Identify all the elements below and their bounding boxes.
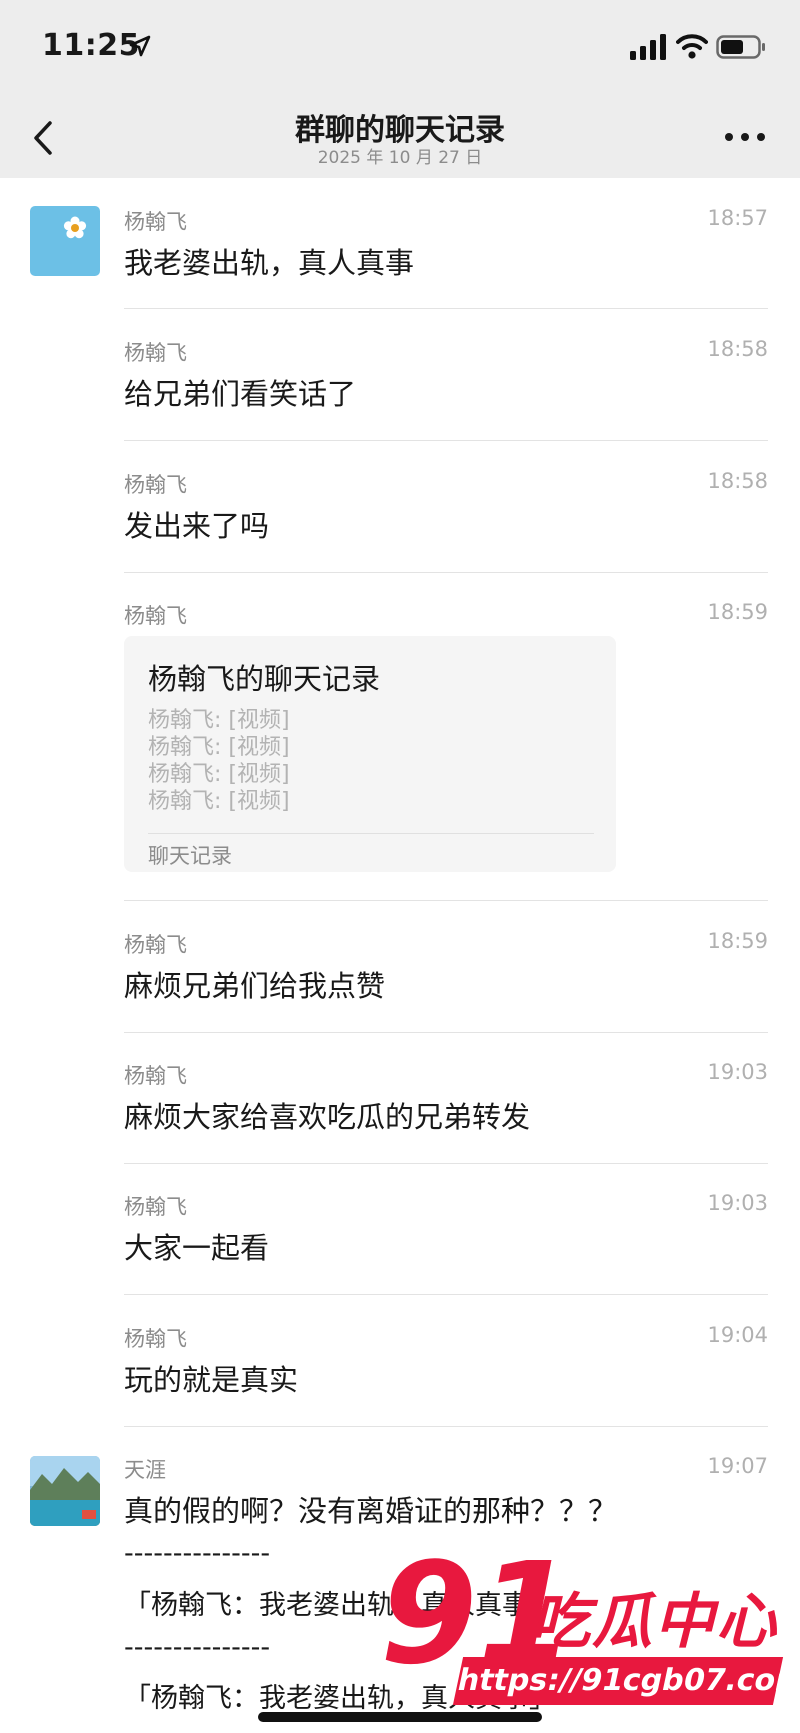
- message-item: 杨翰飞 19:04 玩的就是真实: [0, 1295, 800, 1427]
- message-sender: 杨翰飞: [124, 210, 187, 234]
- chat-record-line: 杨翰飞: [视频]: [148, 789, 290, 814]
- quote-separator: ---------------: [124, 1538, 271, 1569]
- message-time: 18:57: [707, 206, 768, 230]
- page-subtitle-date: 2025 年 10 月 27 日: [317, 148, 483, 168]
- home-indicator[interactable]: [258, 1712, 542, 1722]
- message-sender: 杨翰飞: [124, 1327, 187, 1351]
- message-text[interactable]: 麻烦大家给喜欢吃瓜的兄弟转发: [124, 1094, 530, 1136]
- message-text[interactable]: 大家一起看: [124, 1225, 269, 1267]
- flower-avatar-icon: [63, 216, 87, 239]
- chat-record-footer: 聊天记录: [148, 844, 232, 868]
- message-time: 18:58: [707, 337, 768, 361]
- status-bar: 11:25: [0, 0, 800, 95]
- message-text[interactable]: 真的假的啊？没有离婚证的那种？？？: [124, 1488, 617, 1530]
- message-item: 杨翰飞 19:03 麻烦大家给喜欢吃瓜的兄弟转发: [0, 1032, 800, 1164]
- message-time: 19:03: [707, 1191, 768, 1215]
- message-text[interactable]: 给兄弟们看笑话了: [124, 371, 356, 413]
- message-item: 杨翰飞 19:03 大家一起看: [0, 1163, 800, 1295]
- cellular-signal-icon: [630, 34, 666, 60]
- message-item: 杨翰飞 18:58 发出来了吗: [0, 441, 800, 573]
- message-item: 杨翰飞 18:57 我老婆出轨，真人真事: [0, 178, 800, 309]
- avatar[interactable]: [30, 206, 100, 276]
- message-time: 18:59: [707, 929, 768, 953]
- message-item: 杨翰飞 18:58 给兄弟们看笑话了: [0, 309, 800, 441]
- quote-separator: ---------------: [124, 1632, 271, 1663]
- message-time: 19:03: [707, 1060, 768, 1084]
- message-text[interactable]: 麻烦兄弟们给我点赞: [124, 963, 385, 1005]
- landscape-avatar-icon: [30, 1456, 100, 1526]
- location-arrow-icon: [129, 35, 151, 57]
- message-sender: 杨翰飞: [124, 1195, 187, 1219]
- wifi-icon: [676, 34, 708, 59]
- ellipsis-icon: [725, 133, 765, 141]
- message-text[interactable]: 玩的就是真实: [124, 1357, 298, 1399]
- message-time: 18:58: [707, 469, 768, 493]
- message-sender: 杨翰飞: [124, 933, 187, 957]
- message-text[interactable]: 发出来了吗: [124, 503, 269, 545]
- message-time: 19:04: [707, 1323, 768, 1347]
- chat-record-title: 杨翰飞的聊天记录: [148, 662, 381, 696]
- divider: [148, 833, 594, 834]
- avatar[interactable]: [30, 1456, 100, 1526]
- message-text[interactable]: 我老婆出轨，真人真事: [124, 240, 414, 282]
- status-time: 11:25: [42, 28, 140, 63]
- message-time: 18:59: [707, 600, 768, 624]
- nav-bar: 群聊的聊天记录 2025 年 10 月 27 日: [0, 95, 800, 178]
- more-options-button[interactable]: [722, 125, 768, 149]
- message-time: 19:07: [707, 1454, 768, 1478]
- watermark-logo: 91 吃瓜中心 https://91cgb07.com: [380, 1545, 800, 1720]
- battery-icon: [716, 35, 765, 59]
- message-item: 杨翰飞 18:59 麻烦兄弟们给我点赞: [0, 901, 800, 1033]
- message-sender: 杨翰飞: [124, 604, 187, 628]
- watermark-url: https://91cgb07.com: [452, 1657, 800, 1705]
- watermark-brand: 吃瓜中心: [530, 1587, 778, 1657]
- message-sender: 杨翰飞: [124, 473, 187, 497]
- message-sender: 杨翰飞: [124, 341, 187, 365]
- message-sender: 天涯: [124, 1458, 166, 1482]
- message-sender: 杨翰飞: [124, 1064, 187, 1088]
- chat-record-card[interactable]: 杨翰飞的聊天记录 杨翰飞: [视频] 杨翰飞: [视频] 杨翰飞: [视频] 杨…: [124, 636, 616, 872]
